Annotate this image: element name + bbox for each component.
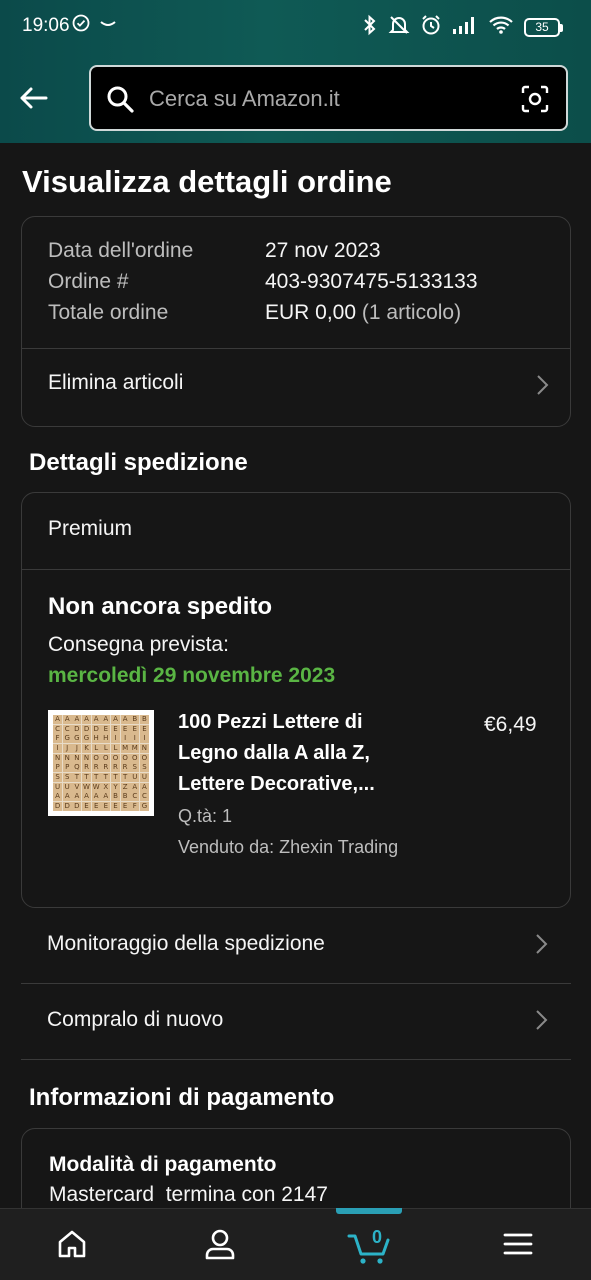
cart-count: 0 — [371, 1227, 382, 1247]
search-bar[interactable] — [89, 65, 568, 131]
payment-method-label: Modalità di pagamento — [49, 1153, 277, 1176]
search-input[interactable] — [149, 81, 509, 117]
battery-level: 35 — [524, 18, 560, 37]
nav-account[interactable] — [190, 1223, 250, 1269]
chevron-right-icon — [533, 932, 549, 961]
divider — [22, 348, 570, 349]
divider — [22, 569, 570, 570]
smile-icon — [98, 16, 118, 35]
shipment-status: Non ancora spedito — [48, 593, 273, 620]
battery-icon: 35 — [524, 18, 563, 37]
account-icon — [203, 1227, 237, 1266]
order-date-value: 27 nov 2023 — [265, 239, 381, 262]
alarm-icon — [420, 14, 442, 41]
chevron-right-icon — [533, 1008, 549, 1037]
payment-heading: Informazioni di pagamento — [29, 1084, 335, 1111]
order-total-row: Totale ordine EUR 0,00 (1 articolo) — [48, 301, 461, 325]
delete-items-label: Elimina articoli — [48, 371, 184, 394]
bottom-navigation: 0 — [0, 1208, 591, 1280]
search-icon — [105, 84, 135, 119]
wifi-icon — [488, 15, 514, 40]
bluetooth-icon — [362, 14, 378, 41]
buy-again-row[interactable]: Compralo di nuovo — [21, 984, 571, 1060]
signal-icon — [452, 15, 478, 40]
shipping-heading: Dettagli spedizione — [29, 449, 248, 476]
buy-again-label: Compralo di nuovo — [47, 1008, 224, 1031]
silent-bell-icon — [388, 14, 410, 41]
active-tab-indicator — [336, 1208, 402, 1214]
menu-icon — [502, 1230, 534, 1263]
delivery-label: Consegna prevista: — [48, 633, 229, 656]
product-image[interactable]: AAAAAAAABBCCDDDEEEEEFGGGHHIIIIIJJKLLLMMN… — [48, 710, 154, 816]
order-number-label: Ordine # — [48, 270, 129, 293]
status-bar: 19:06 35 — [0, 0, 591, 52]
divider — [21, 1059, 571, 1060]
product-quantity: Q.tà: 1 — [178, 806, 233, 826]
top-header: 19:06 35 — [0, 0, 591, 143]
nav-cart[interactable]: 0 — [340, 1223, 400, 1269]
page-title: Visualizza dettagli ordine — [22, 164, 392, 199]
order-summary-card: Data dell'ordine 27 nov 2023 Ordine # 40… — [21, 216, 571, 427]
shipment-card: Premium Non ancora spedito Consegna prev… — [21, 492, 571, 908]
camera-scan-icon[interactable] — [520, 84, 550, 119]
order-date-label: Data dell'ordine — [48, 239, 194, 262]
delivery-date: mercoledì 29 novembre 2023 — [48, 664, 336, 687]
back-button[interactable] — [16, 80, 52, 116]
status-time: 19:06 — [22, 15, 70, 36]
order-date-row: Data dell'ordine 27 nov 2023 — [48, 239, 381, 263]
product-price: €6,49 — [484, 713, 537, 736]
check-circle-icon — [72, 14, 90, 37]
chevron-right-icon — [534, 373, 550, 402]
track-shipment-row[interactable]: Monitoraggio della spedizione — [21, 908, 571, 984]
order-number-row: Ordine # 403-9307475-5133133 — [48, 270, 478, 294]
order-item-count: (1 articolo) — [361, 301, 462, 324]
delete-items-link[interactable]: Elimina articoli — [48, 371, 548, 401]
payment-method-value: Mastercard termina con 2147 — [49, 1183, 328, 1206]
product-title[interactable]: 100 Pezzi Lettere di Legno dalla A alla … — [178, 707, 418, 800]
product-seller: Venduto da: Zhexin Trading — [178, 837, 399, 857]
order-total-value: EUR 0,00 — [265, 301, 357, 324]
order-total-label: Totale ordine — [48, 301, 169, 324]
order-number-value: 403-9307475-5133133 — [265, 270, 478, 293]
home-icon — [56, 1228, 88, 1265]
nav-home[interactable] — [42, 1223, 102, 1269]
cart-icon: 0 — [347, 1226, 393, 1266]
track-shipment-label: Monitoraggio della spedizione — [47, 932, 325, 955]
nav-menu[interactable] — [488, 1223, 548, 1269]
shipping-method: Premium — [48, 517, 133, 540]
